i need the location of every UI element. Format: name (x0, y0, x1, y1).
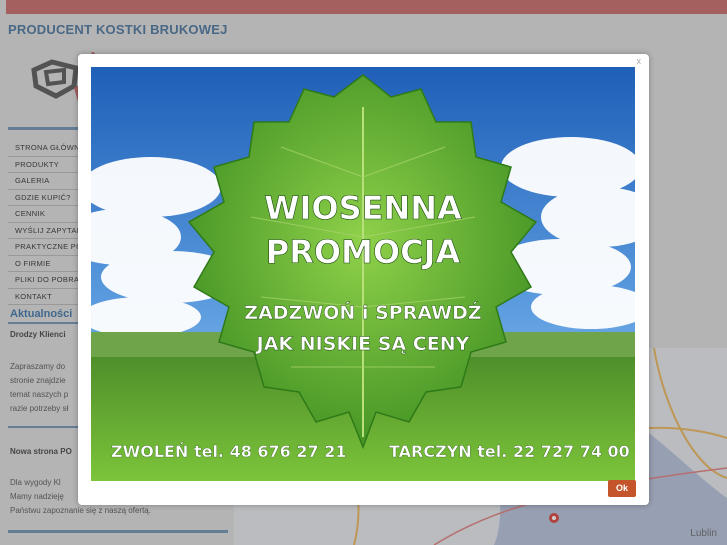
promo-subline-2: JAK NISKIE SĄ CENY (255, 333, 470, 355)
promo-headline-1: WIOSENNA (264, 189, 462, 227)
promo-image: WIOSENNA PROMOCJA ZADZWOŃ i SPRAWDŹ JAK … (91, 67, 635, 481)
promo-contact-zwolen: ZWOLEŃ tel. 48 676 27 21 (111, 442, 346, 461)
ok-button[interactable]: Ok (608, 480, 636, 497)
promo-modal: x WIOSENNA PROMOCJA ZADZWOŃ i SPRAWDŹ JA… (78, 54, 649, 505)
promo-contact-tarczyn: TARCZYN tel. 22 727 74 00 (389, 442, 630, 461)
promo-subline-1: ZADZWOŃ i SPRAWDŹ (244, 301, 481, 324)
close-icon[interactable]: x (637, 56, 642, 66)
promo-banner: WIOSENNA PROMOCJA ZADZWOŃ i SPRAWDŹ JAK … (91, 67, 635, 481)
promo-headline-2: PROMOCJA (266, 233, 461, 271)
